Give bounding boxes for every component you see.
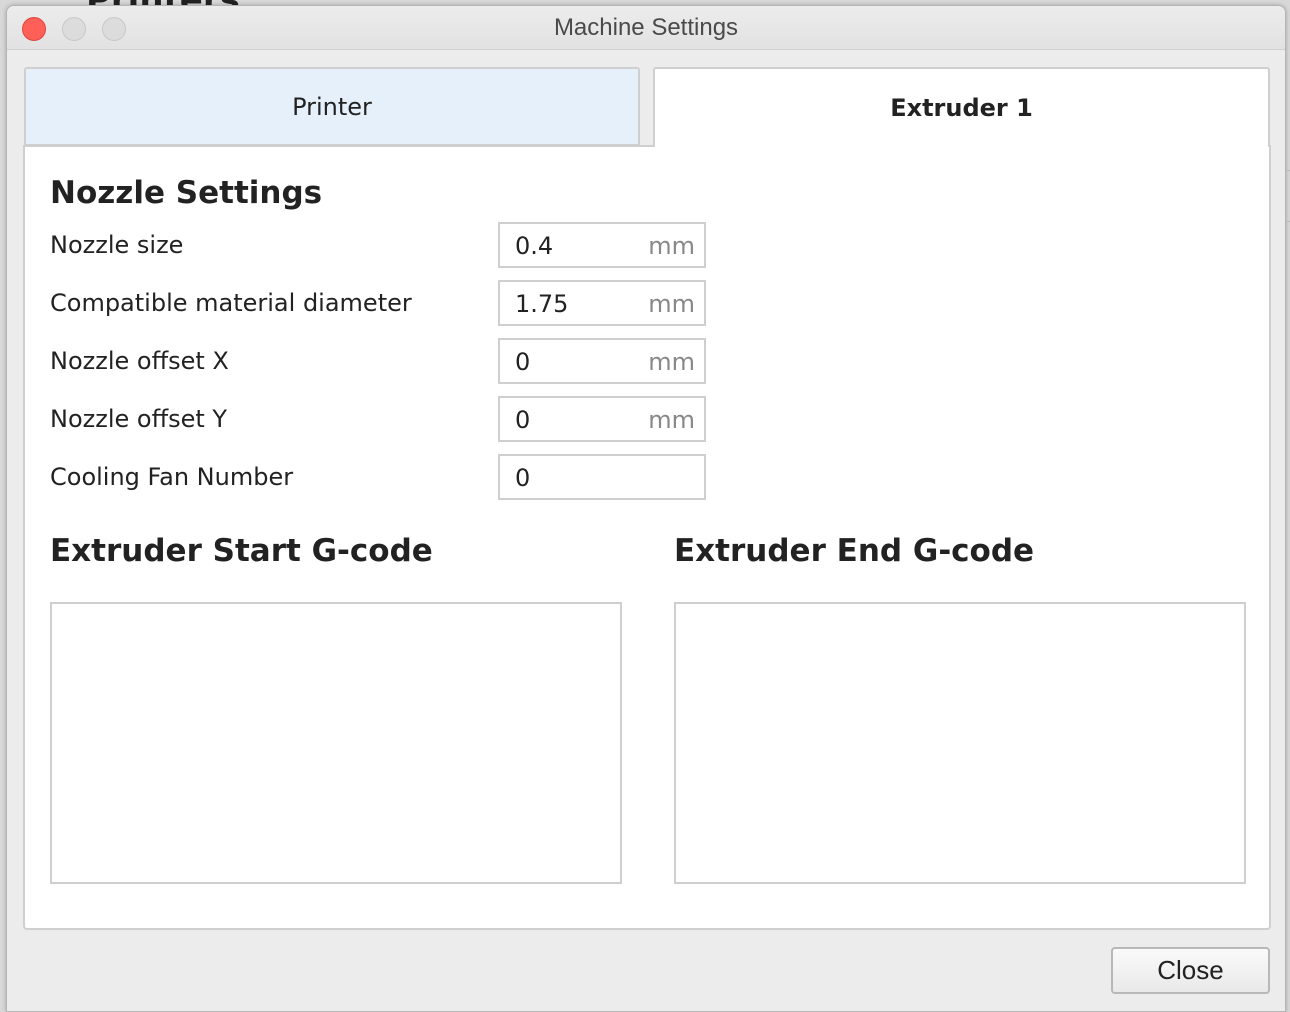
- close-button-label: Close: [1157, 955, 1224, 985]
- nozzle-offset-x-label: Nozzle offset X: [50, 347, 229, 375]
- cooling-fan-number-label: Cooling Fan Number: [50, 463, 294, 491]
- nozzle-offset-y-input[interactable]: 0 mm: [498, 396, 706, 442]
- extruder-start-gcode-heading: Extruder Start G-code: [50, 533, 433, 569]
- extruder-settings-panel: Nozzle Settings Nozzle size 0.4 mm Compa…: [23, 145, 1271, 930]
- nozzle-offset-x-value: 0: [515, 348, 531, 376]
- title-bar[interactable]: Machine Settings: [7, 6, 1285, 50]
- extruder-start-gcode-textarea[interactable]: [50, 602, 622, 884]
- nozzle-settings-heading: Nozzle Settings: [50, 175, 323, 211]
- background-window-edge: [1286, 170, 1290, 222]
- material-diameter-unit: mm: [648, 290, 695, 318]
- nozzle-offset-y-label: Nozzle offset Y: [50, 405, 228, 433]
- tab-extruder-1-label: Extruder 1: [890, 94, 1033, 122]
- extruder-end-gcode-heading: Extruder End G-code: [674, 533, 1035, 569]
- nozzle-offset-y-value: 0: [515, 406, 531, 434]
- tab-extruder-1[interactable]: Extruder 1: [653, 67, 1270, 147]
- nozzle-size-unit: mm: [648, 232, 695, 260]
- tab-printer-label: Printer: [292, 92, 372, 121]
- material-diameter-input[interactable]: 1.75 mm: [498, 280, 706, 326]
- nozzle-offset-y-unit: mm: [648, 406, 695, 434]
- tab-printer[interactable]: Printer: [24, 67, 640, 146]
- material-diameter-label: Compatible material diameter: [50, 289, 412, 317]
- nozzle-size-value: 0.4: [515, 232, 554, 260]
- extruder-end-gcode-textarea[interactable]: [674, 602, 1246, 884]
- cooling-fan-number-input[interactable]: 0: [498, 454, 706, 500]
- nozzle-size-label: Nozzle size: [50, 231, 184, 259]
- window-title: Machine Settings: [553, 14, 739, 41]
- cooling-fan-number-value: 0: [515, 464, 531, 492]
- machine-settings-dialog: Machine Settings Printer Extruder 1 Nozz…: [6, 5, 1286, 1012]
- nozzle-offset-x-unit: mm: [648, 348, 695, 376]
- nozzle-size-input[interactable]: 0.4 mm: [498, 222, 706, 268]
- material-diameter-value: 1.75: [515, 290, 569, 318]
- nozzle-offset-x-input[interactable]: 0 mm: [498, 338, 706, 384]
- close-button[interactable]: Close: [1111, 947, 1270, 994]
